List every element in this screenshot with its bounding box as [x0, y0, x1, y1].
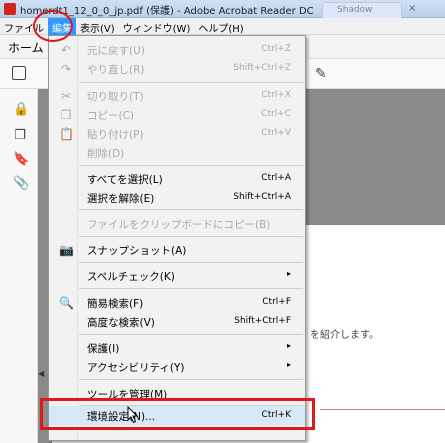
- pdf-page-line: [320, 409, 445, 410]
- submenu-arrow-icon: ▸: [286, 269, 291, 278]
- search-icon: 🔍: [59, 296, 74, 310]
- menu-item-undo[interactable]: ↶ 元に戻す(U) Ctrl+Z: [49, 40, 305, 59]
- mouse-cursor-icon: [127, 406, 139, 424]
- menu-separator: [79, 379, 303, 380]
- copy-icon: ❐: [60, 108, 72, 122]
- menu-item-label: 選択を解除(E): [87, 193, 155, 205]
- menu-item-shortcut: Ctrl+F: [262, 297, 291, 307]
- menu-item-copy-file-to-clipboard[interactable]: ファイルをクリップボードにコピー(B): [49, 214, 305, 233]
- tab-close-icon[interactable]: ×: [408, 3, 416, 14]
- redo-icon: ↷: [60, 62, 72, 76]
- acrobat-app-icon: [4, 3, 16, 15]
- menu-item-label: やり直し(R): [87, 64, 145, 76]
- sign-icon[interactable]: ✎: [315, 66, 327, 82]
- menu-item-label: スナップショット(A): [87, 245, 187, 257]
- menu-item-label: 簡易検索(F): [87, 298, 144, 310]
- menu-item-shortcut: Ctrl+V: [261, 128, 291, 138]
- pdf-page-text: を紹介します。: [310, 330, 379, 341]
- menu-item-label: 高度な検索(V): [87, 317, 155, 329]
- left-navigation-rail: 🔒 ❐ 🔖 📎: [0, 89, 38, 443]
- background-window-tab[interactable]: Shadow: [322, 2, 402, 18]
- menu-separator: [79, 165, 303, 166]
- menu-item-shortcut: Ctrl+Z: [261, 44, 291, 54]
- menu-view[interactable]: 表示(V): [76, 18, 119, 35]
- menu-window[interactable]: ウィンドウ(W): [119, 18, 195, 35]
- menu-item-shortcut: Ctrl+X: [261, 90, 291, 100]
- paste-icon: 📋: [59, 127, 74, 141]
- menu-item-label: 元に戻す(U): [87, 45, 145, 57]
- menu-item-label: 削除(D): [87, 148, 125, 160]
- menu-item-shortcut: Shift+Ctrl+A: [233, 192, 291, 202]
- menu-separator: [79, 334, 303, 335]
- menu-item-find[interactable]: 🔍 簡易検索(F) Ctrl+F: [49, 293, 305, 312]
- menu-item-shortcut: Ctrl+C: [261, 109, 291, 119]
- menu-item-shortcut: Shift+Ctrl+F: [234, 316, 291, 326]
- menu-item-shortcut: Shift+Ctrl+Z: [233, 63, 291, 73]
- cut-icon: ✂: [60, 89, 72, 103]
- submenu-arrow-icon: ▸: [286, 360, 291, 369]
- attachment-icon[interactable]: 📎: [13, 177, 29, 191]
- menu-item-copy[interactable]: ❐ コピー(C) Ctrl+C: [49, 105, 305, 124]
- bookmark-icon[interactable]: 🔖: [13, 153, 29, 167]
- menu-item-protection[interactable]: 保護(I) ▸: [49, 338, 305, 357]
- highlight-rectangle-annotation: [40, 398, 315, 430]
- menu-item-snapshot[interactable]: 📷 スナップショット(A): [49, 240, 305, 259]
- menu-item-label: 貼り付け(P): [87, 129, 144, 141]
- menu-item-deselect[interactable]: 選択を解除(E) Shift+Ctrl+A: [49, 188, 305, 207]
- submenu-arrow-icon: ▸: [286, 341, 291, 350]
- menu-item-advanced-search[interactable]: 高度な検索(V) Shift+Ctrl+F: [49, 312, 305, 331]
- menu-separator: [79, 236, 303, 237]
- menu-item-label: スペルチェック(K): [87, 271, 175, 283]
- menu-item-shortcut: Ctrl+A: [261, 173, 291, 183]
- menu-item-redo[interactable]: ↷ やり直し(R) Shift+Ctrl+Z: [49, 59, 305, 78]
- menu-item-label: コピー(C): [87, 110, 135, 122]
- lock-icon[interactable]: 🔒: [13, 103, 29, 117]
- menu-help[interactable]: ヘルプ(H): [194, 18, 247, 35]
- menu-item-label: ファイルをクリップボードにコピー(B): [87, 219, 271, 231]
- menu-separator: [79, 82, 303, 83]
- camera-icon: 📷: [59, 243, 74, 257]
- pages-icon[interactable]: ❐: [13, 129, 27, 143]
- highlight-ellipse-annotation: [33, 10, 73, 42]
- menu-item-label: 切り取り(T): [87, 91, 144, 103]
- save-icon[interactable]: [12, 66, 26, 80]
- menu-item-cut[interactable]: ✂ 切り取り(T) Ctrl+X: [49, 86, 305, 105]
- edit-menu-dropdown: ↶ 元に戻す(U) Ctrl+Z ↷ やり直し(R) Shift+Ctrl+Z …: [48, 35, 306, 441]
- menu-item-delete[interactable]: 削除(D): [49, 143, 305, 162]
- menu-separator: [79, 288, 303, 289]
- undo-icon: ↶: [60, 43, 72, 57]
- menu-separator: [79, 209, 303, 210]
- menu-item-label: 保護(I): [87, 343, 120, 355]
- menu-item-paste[interactable]: 📋 貼り付け(P) Ctrl+V: [49, 124, 305, 143]
- menu-item-accessibility[interactable]: アクセシビリティ(Y) ▸: [49, 357, 305, 376]
- menu-item-label: すべてを選択(L): [87, 174, 163, 186]
- collapse-panel-icon[interactable]: ◀: [38, 369, 44, 378]
- menu-item-label: アクセシビリティ(Y): [87, 362, 185, 374]
- menu-item-select-all[interactable]: すべてを選択(L) Ctrl+A: [49, 169, 305, 188]
- menu-item-spell-check[interactable]: スペルチェック(K) ▸: [49, 266, 305, 285]
- menu-separator: [79, 262, 303, 263]
